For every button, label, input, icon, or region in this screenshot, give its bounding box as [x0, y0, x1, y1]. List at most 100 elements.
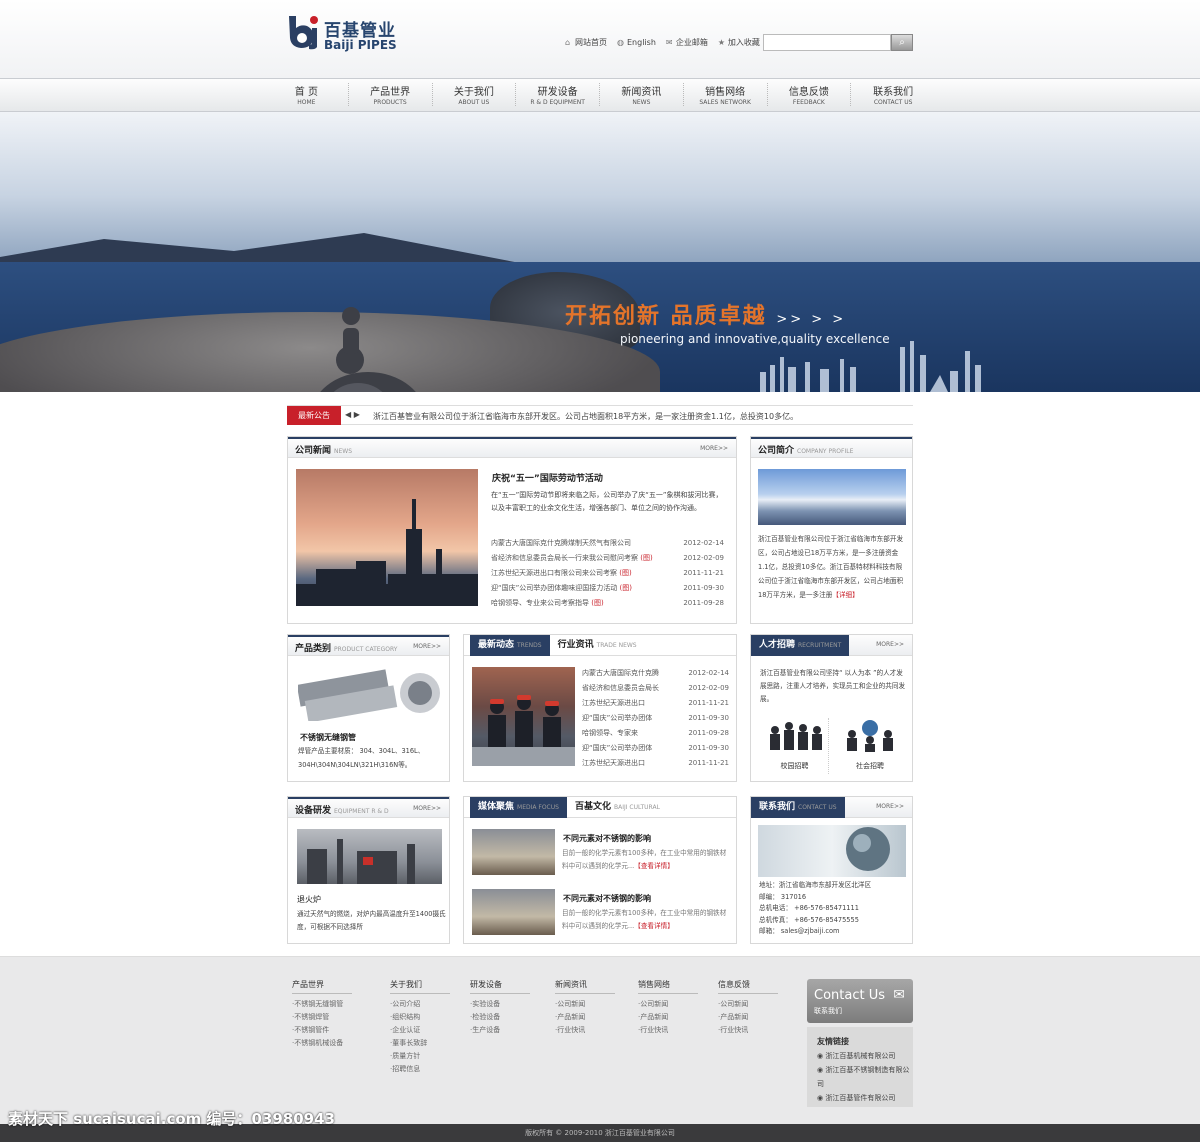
- list-item[interactable]: 哈钢领导、专业来公司考察指导 (图) 2011-09-28: [491, 596, 724, 611]
- more-link[interactable]: MORE>>: [413, 805, 441, 812]
- list-item[interactable]: 迎“国庆”公司举办团体 2011-09-30: [582, 711, 729, 726]
- notice-controls[interactable]: ◀ ▶: [345, 410, 360, 419]
- letter-icon: ✉: [893, 987, 905, 1003]
- nav-item-products[interactable]: 产品世界 PRODUCTS: [349, 83, 433, 106]
- media-image-2[interactable]: [472, 889, 555, 935]
- footer-col-title: 销售网络: [638, 979, 698, 994]
- nav-item-equipment[interactable]: 研发设备 R & D EQUIPMENT: [516, 83, 600, 106]
- footer-link[interactable]: ·质量方针: [390, 1050, 470, 1063]
- footer-link[interactable]: ·组织结构: [390, 1011, 470, 1024]
- more-link[interactable]: MORE>>: [413, 643, 441, 650]
- nav-item-contact[interactable]: 联系我们 CONTACT US: [851, 83, 935, 106]
- nav-label-en: R & D EQUIPMENT: [530, 99, 585, 106]
- contact-email[interactable]: 邮箱： sales@zjbaiji.com: [759, 926, 911, 938]
- tab-culture[interactable]: 百基文化 BAIJI CULTURAL: [567, 797, 668, 818]
- list-item[interactable]: 迎“国庆”公司举办团体 2011-09-30: [582, 741, 729, 756]
- home-link[interactable]: ⌂ 网站首页: [565, 37, 607, 48]
- search: ⌕: [763, 34, 913, 51]
- more-link[interactable]: MORE>>: [876, 641, 904, 648]
- footer-link[interactable]: ·产品新闻: [718, 1011, 798, 1024]
- footer-link[interactable]: ·生产设备: [470, 1024, 550, 1037]
- more-link[interactable]: MORE>>: [700, 445, 728, 452]
- search-input[interactable]: [763, 34, 891, 51]
- nav-item-feedback[interactable]: 信息反馈 FEEDBACK: [768, 83, 852, 106]
- equipment-image[interactable]: [297, 829, 442, 884]
- item-badge: (图): [591, 599, 604, 607]
- more-link[interactable]: MORE>>: [876, 803, 904, 810]
- footer-link[interactable]: ·检验设备: [470, 1011, 550, 1024]
- nav-label-en: FEEDBACK: [792, 99, 825, 106]
- nav-item-sales[interactable]: 销售网络 SALES NETWORK: [684, 83, 768, 106]
- product-name[interactable]: 不锈钢无缝钢管: [300, 732, 356, 743]
- item-title: 迎“国庆”公司举办团体: [582, 714, 653, 722]
- footer-link[interactable]: ·董事长致辞: [390, 1037, 470, 1050]
- tab-media-focus[interactable]: 媒体聚焦 MEDIA FOCUS: [470, 797, 567, 818]
- detail-link[interactable]: 【查看详情】: [634, 922, 674, 930]
- social-recruit[interactable]: 社会招聘: [836, 718, 904, 774]
- nav-item-news[interactable]: 新闻资讯 NEWS: [600, 83, 684, 106]
- list-item[interactable]: 省经济和信息委员会局长 2012-02-09: [582, 681, 729, 696]
- detail-link[interactable]: 【查看详情】: [634, 862, 674, 870]
- footer-link[interactable]: ·行业快讯: [555, 1024, 635, 1037]
- item-title: 江苏世纪天源进出口: [582, 759, 645, 767]
- list-item[interactable]: 哈钢领导、专家来 2011-09-28: [582, 726, 729, 741]
- list-item[interactable]: 内蒙古大唐国际克什克腾煤制天然气有限公司 2012-02-14: [491, 536, 724, 551]
- media-title-1[interactable]: 不同元素对不锈钢的影响: [563, 833, 651, 844]
- footer-link[interactable]: ·实验设备: [470, 998, 550, 1011]
- tab-trade-news[interactable]: 行业资讯 TRADE NEWS: [550, 635, 645, 656]
- footer-link[interactable]: ·公司新闻: [718, 998, 798, 1011]
- friend-link[interactable]: ◉ 浙江百基管件有限公司: [807, 1091, 913, 1105]
- news-image[interactable]: [296, 469, 478, 606]
- footer-link[interactable]: ·招聘信息: [390, 1063, 470, 1076]
- notice-text[interactable]: 浙江百基管业有限公司位于浙江省临海市东部开发区。公司占地面积18平方米，是一家注…: [373, 411, 798, 422]
- footer-link[interactable]: ·产品新闻: [555, 1011, 635, 1024]
- recruit-panel: 人才招聘 RECRUITMENT MORE>> 浙江百基管业有限公司坚持“ 以人为…: [750, 634, 913, 782]
- footer-link[interactable]: ·不锈钢机械设备: [292, 1037, 372, 1050]
- nav-item-about[interactable]: 关于我们 ABOUT US: [433, 83, 517, 106]
- equipment-name[interactable]: 退火炉: [297, 894, 321, 905]
- footer-link[interactable]: ·公司新闻: [638, 998, 718, 1011]
- friend-link[interactable]: ◉ 浙江百基不锈钢制造有限公司: [807, 1063, 913, 1091]
- footer-link[interactable]: ·产品新闻: [638, 1011, 718, 1024]
- footer-link[interactable]: ·不锈钢无缝钢管: [292, 998, 372, 1011]
- footer-link[interactable]: ·不锈钢管件: [292, 1024, 372, 1037]
- footer-link[interactable]: ·企业认证: [390, 1024, 470, 1037]
- media-panel: 媒体聚焦 MEDIA FOCUS 百基文化 BAIJI CULTURAL 不同元素对…: [463, 796, 737, 944]
- mail-link[interactable]: ✉ 企业邮箱: [666, 37, 708, 48]
- nav-label-en: CONTACT US: [873, 99, 913, 106]
- favorite-link[interactable]: ★ 加入收藏: [718, 37, 760, 48]
- footer-contact-button[interactable]: Contact Us 联系我们 ✉: [807, 979, 913, 1023]
- product-image[interactable]: [298, 667, 443, 721]
- footer-link[interactable]: ·公司新闻: [555, 998, 635, 1011]
- search-button[interactable]: ⌕: [891, 34, 913, 51]
- list-item[interactable]: 省经济和信息委员会局长一行来我公司慰问考察 (图) 2012-02-09: [491, 551, 724, 566]
- footer-link[interactable]: ·行业快讯: [718, 1024, 798, 1037]
- campus-recruit[interactable]: 校园招聘: [761, 718, 829, 774]
- list-item[interactable]: 内蒙古大唐国际克什克腾 2012-02-14: [582, 666, 729, 681]
- friend-link[interactable]: ◉ 浙江百基机械有限公司: [807, 1049, 913, 1063]
- list-item[interactable]: 江苏世纪天源进出口 2011-11-21: [582, 756, 729, 771]
- panel-header: 最新动态 TRENDS 行业资讯 TRADE NEWS: [464, 635, 736, 656]
- list-item[interactable]: 江苏世纪天源进出口有限公司来公司考察 (图) 2011-11-21: [491, 566, 724, 581]
- footer-link[interactable]: ·公司介绍: [390, 998, 470, 1011]
- footer-link[interactable]: ·不锈钢焊管: [292, 1011, 372, 1024]
- next-icon[interactable]: ▶: [354, 410, 360, 419]
- panel-title: 公司简介 COMPANY PROFILE: [758, 443, 853, 456]
- trends-image[interactable]: [472, 667, 575, 766]
- footer-link[interactable]: ·行业快讯: [638, 1024, 718, 1037]
- news-headline[interactable]: 庆祝“五一”国际劳动节活动: [492, 471, 603, 484]
- campus-label: 校园招聘: [780, 762, 809, 770]
- tab-trends[interactable]: 最新动态 TRENDS: [470, 635, 550, 656]
- nav-item-home[interactable]: 首 页 HOME: [265, 83, 349, 106]
- list-item[interactable]: 江苏世纪天源进出口 2011-11-21: [582, 696, 729, 711]
- media-image-1[interactable]: [472, 829, 555, 875]
- logo[interactable]: 百基管业 Baiji PIPES: [287, 14, 397, 60]
- page: 百基管业 Baiji PIPES ⌂ 网站首页 ◍ English ✉ 企业邮箱 ★ 加…: [0, 0, 1200, 1142]
- contact-tel: 总机电话： +86-576-85471111: [759, 904, 859, 912]
- prev-icon[interactable]: ◀: [345, 410, 351, 419]
- media-title-2[interactable]: 不同元素对不锈钢的影响: [563, 893, 651, 904]
- english-link[interactable]: ◍ English: [617, 38, 656, 47]
- list-item[interactable]: 迎“国庆”公司举办团体趣味迎国接力活动 (图) 2011-09-30: [491, 581, 724, 596]
- profile-image[interactable]: [758, 469, 906, 525]
- profile-detail-link[interactable]: 【详细】: [832, 591, 858, 599]
